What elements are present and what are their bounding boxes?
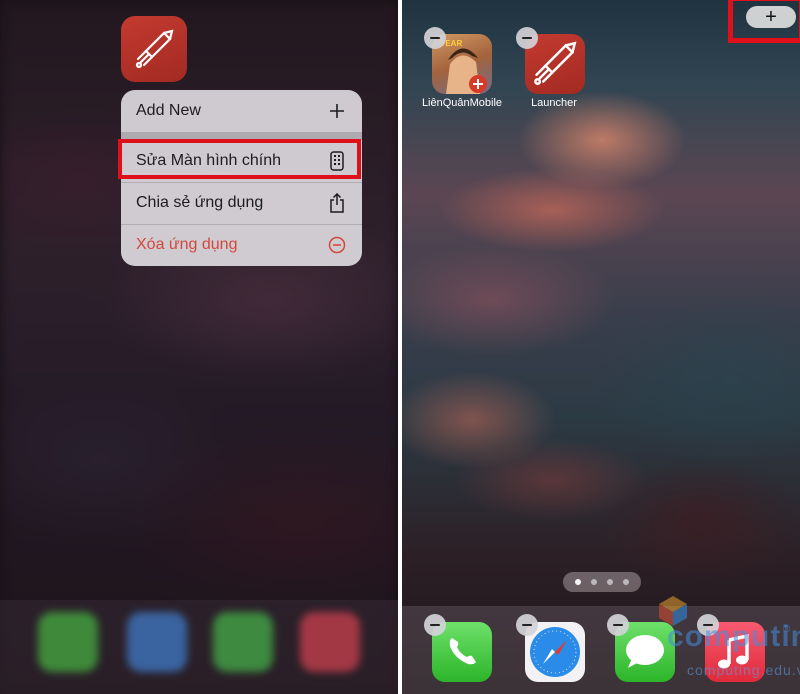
remove-launcher-button[interactable] [516, 27, 538, 49]
share-app-label: Chia sẻ ứng dụng [136, 194, 264, 211]
minus-circle-icon [328, 236, 346, 254]
remove-safari-button[interactable] [516, 614, 538, 636]
page-dot [623, 579, 629, 585]
watermark-brand: computing [667, 620, 800, 653]
watermark-registered: ® [783, 624, 791, 635]
page-dot [607, 579, 613, 585]
page-dot [575, 579, 581, 585]
delete-app-label: Xóa ứng dụng [136, 236, 238, 253]
delete-app-item[interactable]: Xóa ứng dụng [121, 224, 362, 266]
blurred-safari-icon [127, 612, 187, 672]
context-menu-screen: Add New Sửa Màn hình chính Chia sẻ ứng d… [0, 0, 398, 694]
blurred-messages-icon [213, 612, 273, 672]
watermark-site: computing.edu.vn [687, 662, 800, 678]
edit-home-screen-highlight [118, 139, 361, 179]
page-dot [591, 579, 597, 585]
computing-watermark: computing ® computing.edu.vn [607, 596, 800, 690]
add-widget-highlight [728, 0, 800, 43]
lienquan-label: LiênQuânMobile [421, 97, 503, 109]
blurred-music-icon [300, 612, 360, 672]
page-indicator[interactable] [563, 572, 641, 592]
launcher-label: Launcher [531, 97, 577, 109]
plus-icon [328, 102, 346, 120]
add-new-label: Add New [136, 102, 201, 119]
launcher-app-icon[interactable] [121, 16, 187, 82]
remove-lienquan-button[interactable] [424, 27, 446, 49]
add-new-item[interactable]: Add New [121, 90, 362, 132]
share-app-item[interactable]: Chia sẻ ứng dụng [121, 182, 362, 224]
remove-phone-button[interactable] [424, 614, 446, 636]
blurred-phone-icon [38, 612, 98, 672]
rocket-icon [135, 29, 174, 69]
share-icon [328, 193, 346, 213]
home-screen-edit-mode: + YEAR LiênQuânMobile Launcher computi ®… [402, 0, 800, 694]
